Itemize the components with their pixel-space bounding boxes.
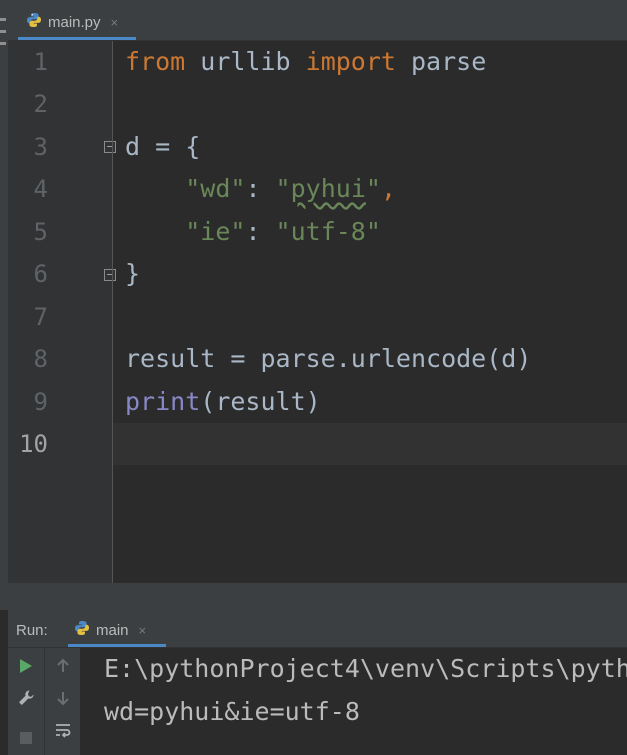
run-panel-header: Run: main × <box>8 613 627 648</box>
code-line-8: result = parse.urlencode(d) <box>125 344 532 373</box>
run-tab-label: main <box>96 621 129 639</box>
code-line-3: d = { <box>125 132 201 161</box>
strip-marker <box>0 18 6 21</box>
active-tab-indicator <box>18 37 136 40</box>
gutter-divider <box>112 41 113 583</box>
editor-tab-label: main.py <box>48 13 101 31</box>
strip-marker <box>0 30 6 33</box>
line-number: 2 <box>33 90 48 118</box>
run-toolbar-right <box>44 648 81 755</box>
run-tab-main[interactable]: main × <box>68 613 166 647</box>
fold-toggle-icon[interactable] <box>104 141 116 153</box>
console-line: wd=pyhui&ie=utf-8 <box>104 697 360 726</box>
builtin-token: print <box>125 387 201 416</box>
soft-wrap-icon[interactable] <box>53 720 73 740</box>
stop-icon[interactable] <box>16 728 36 748</box>
line-number: 4 <box>33 175 48 203</box>
keyword-token: import <box>305 47 396 76</box>
line-number: 9 <box>33 388 48 416</box>
line-number: 7 <box>33 303 48 331</box>
run-console-output[interactable]: E:\pythonProject4\venv\Scripts\python.ex… <box>80 648 627 755</box>
code-token: (result) <box>200 387 321 416</box>
editor-tab-main-py[interactable]: main.py × <box>18 6 136 38</box>
close-icon[interactable]: × <box>111 15 119 30</box>
run-icon[interactable] <box>16 656 36 676</box>
editor-tab-bar: main.py × <box>8 0 627 41</box>
keyword-token: from <box>125 47 186 76</box>
down-arrow-icon[interactable] <box>53 688 73 708</box>
close-icon[interactable]: × <box>139 623 147 638</box>
string-token: "wd" <box>185 174 246 203</box>
python-icon <box>74 620 90 640</box>
console-line: E:\pythonProject4\venv\Scripts\python.ex… <box>104 654 627 683</box>
run-toolbar-left <box>8 648 44 755</box>
fold-toggle-icon[interactable] <box>104 269 116 281</box>
code-token: : <box>245 217 276 246</box>
code-line-6: } <box>125 259 141 288</box>
comma-token: , <box>380 174 396 203</box>
code-line-1: from urllib import parse <box>125 41 486 83</box>
line-number: 3 <box>33 133 48 161</box>
code-token: : <box>245 174 276 203</box>
panel-splitter[interactable] <box>8 583 627 613</box>
line-number: 5 <box>33 218 48 246</box>
code-editor[interactable]: 1 2 3 4 5 6 7 8 9 10 from urllib import … <box>8 41 627 583</box>
code-line-9: print(result) <box>125 381 321 423</box>
code-line-5: "ie": "utf-8" <box>125 211 381 253</box>
line-number: 6 <box>33 260 48 288</box>
string-token: " <box>275 174 291 203</box>
string-token: " <box>365 174 381 203</box>
code-token: urllib <box>185 47 306 76</box>
line-number: 1 <box>33 48 48 76</box>
wrench-icon[interactable] <box>16 688 36 708</box>
typo-string-token: pyhui <box>290 174 366 203</box>
string-token: "ie" <box>185 217 246 246</box>
strip-marker <box>0 42 6 45</box>
active-run-tab-indicator <box>68 644 166 647</box>
run-panel-label: Run: <box>16 622 48 639</box>
current-line-highlight <box>113 423 627 465</box>
code-token: parse <box>395 47 487 76</box>
line-number-gutter: 1 2 3 4 5 6 7 8 9 10 <box>8 41 116 583</box>
string-token: "utf-8" <box>275 217 381 246</box>
code-line-4: "wd": "pyhui", <box>125 168 396 210</box>
up-arrow-icon[interactable] <box>53 656 73 676</box>
line-number: 8 <box>33 345 48 373</box>
line-number-current: 10 <box>19 430 48 458</box>
python-file-icon <box>26 12 42 32</box>
